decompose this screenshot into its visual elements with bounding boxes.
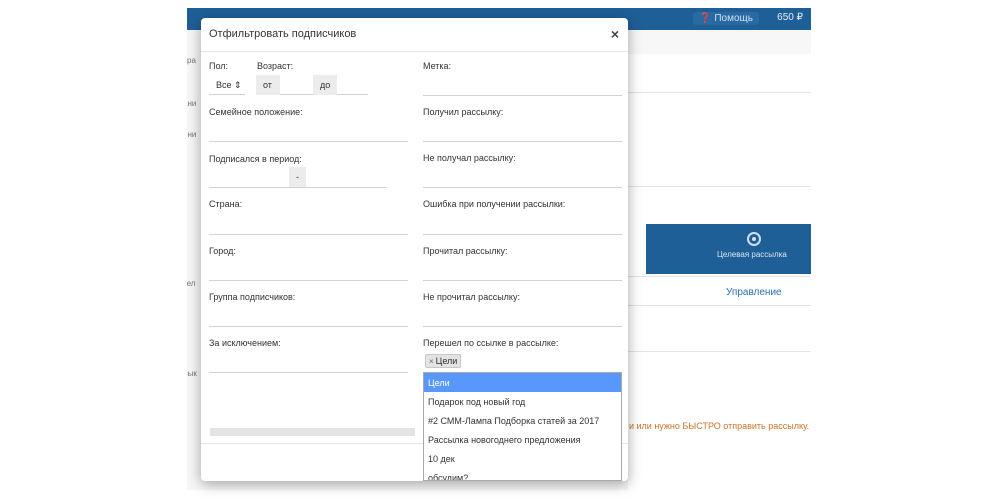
- divider: [628, 92, 811, 93]
- dropdown-option[interactable]: 10 дек: [424, 449, 621, 468]
- underline: [209, 187, 387, 188]
- age-label: Возраст:: [257, 61, 294, 71]
- not-received-mailing-field[interactable]: [423, 167, 622, 187]
- close-icon[interactable]: ×: [611, 26, 619, 42]
- not-read-mailing-label: Не прочитал рассылку:: [423, 292, 520, 302]
- period-start-input[interactable]: [209, 167, 289, 187]
- modal-title: Отфильтровать подписчиков: [209, 28, 357, 40]
- underline: [423, 187, 622, 188]
- help-button[interactable]: ❓ Помощь: [693, 12, 759, 25]
- subscriber-group-field[interactable]: [209, 306, 408, 326]
- divider: [628, 186, 811, 187]
- read-mailing-label: Прочитал рассылку:: [423, 246, 508, 256]
- underline: [209, 141, 408, 142]
- read-mailing-field[interactable]: [423, 260, 622, 280]
- gender-select[interactable]: Все ⇕: [209, 75, 245, 95]
- underline: [209, 326, 408, 327]
- receive-error-field[interactable]: [423, 214, 622, 234]
- target-mailing-card[interactable]: [646, 224, 811, 274]
- marital-status-field[interactable]: [209, 121, 408, 141]
- age-from-addon: от: [256, 75, 280, 95]
- dropdown-option[interactable]: #2 СММ-Лампа Подборка статей за 2017: [424, 411, 621, 430]
- balance-display[interactable]: 650 ₽: [777, 12, 803, 23]
- dropdown-option[interactable]: Цели: [424, 373, 621, 392]
- manage-link[interactable]: Управление: [726, 287, 782, 298]
- not-read-mailing-field[interactable]: [423, 306, 622, 326]
- underline: [423, 141, 622, 142]
- tag-field[interactable]: [423, 75, 622, 95]
- partial-text: ени: [187, 130, 197, 139]
- partial-text: лык: [187, 369, 197, 378]
- except-field[interactable]: [209, 352, 408, 372]
- partial-text: ра: [187, 56, 196, 65]
- underline: [209, 280, 408, 281]
- received-mailing-field[interactable]: [423, 121, 622, 141]
- underline: [423, 95, 622, 96]
- period-end-input[interactable]: [306, 167, 387, 187]
- dropdown-option[interactable]: обсудим?: [424, 468, 621, 480]
- target-mailing-label: Целевая рассылка: [717, 250, 787, 259]
- not-received-mailing-label: Не получал рассылку:: [423, 153, 516, 163]
- except-label: За исключением:: [209, 338, 281, 348]
- selected-tag-chip[interactable]: × Цели: [425, 354, 462, 368]
- underline: [337, 94, 368, 95]
- underline: [280, 94, 313, 95]
- divider: [628, 305, 811, 306]
- underline: [423, 234, 622, 235]
- modal-header: Отфильтровать подписчиков ×: [201, 18, 628, 52]
- underline: [209, 372, 408, 373]
- received-mailing-label: Получил рассылку:: [423, 107, 504, 117]
- city-field[interactable]: [209, 260, 408, 280]
- underline: [209, 234, 408, 235]
- marital-status-label: Семейное положение:: [209, 107, 303, 117]
- underline: [423, 326, 622, 327]
- partial-text: ани: [187, 99, 197, 108]
- gender-label: Пол:: [209, 61, 229, 71]
- divider: [628, 276, 811, 277]
- period-separator: -: [289, 167, 306, 187]
- underline: [423, 280, 622, 281]
- partial-text: тел: [187, 279, 196, 288]
- dropdown-option[interactable]: Подарок под новый год: [424, 392, 621, 411]
- filter-subscribers-modal: Отфильтровать подписчиков × Пол: Все ⇕ В…: [201, 18, 628, 481]
- receive-error-label: Ошибка при получении рассылки:: [423, 199, 566, 209]
- tag-label: Метка:: [423, 61, 452, 71]
- country-label: Страна:: [209, 199, 243, 209]
- remove-tag-icon[interactable]: ×: [429, 357, 434, 366]
- warning-text: и или нужно БЫСТРО отправить рассылку.: [629, 421, 810, 431]
- age-to-addon: до: [313, 75, 337, 95]
- country-field[interactable]: [209, 214, 408, 234]
- age-to-input[interactable]: [337, 75, 368, 95]
- age-from-input[interactable]: [280, 75, 313, 95]
- target-icon: [747, 232, 761, 246]
- subscribed-period-label: Подписался в период:: [209, 154, 302, 164]
- selected-tag-label: Цели: [435, 356, 458, 366]
- dropdown-option[interactable]: Рассылка новогоднего предложения: [424, 430, 621, 449]
- horizontal-scrollbar[interactable]: [210, 428, 415, 436]
- link-options-dropdown[interactable]: Цели Подарок под новый год #2 СММ-Лампа …: [423, 372, 622, 481]
- city-label: Город:: [209, 246, 236, 256]
- divider: [628, 351, 811, 352]
- subscriber-group-label: Группа подписчиков:: [209, 292, 296, 302]
- clicked-link-label: Перешел по ссылке в рассылке:: [423, 338, 559, 348]
